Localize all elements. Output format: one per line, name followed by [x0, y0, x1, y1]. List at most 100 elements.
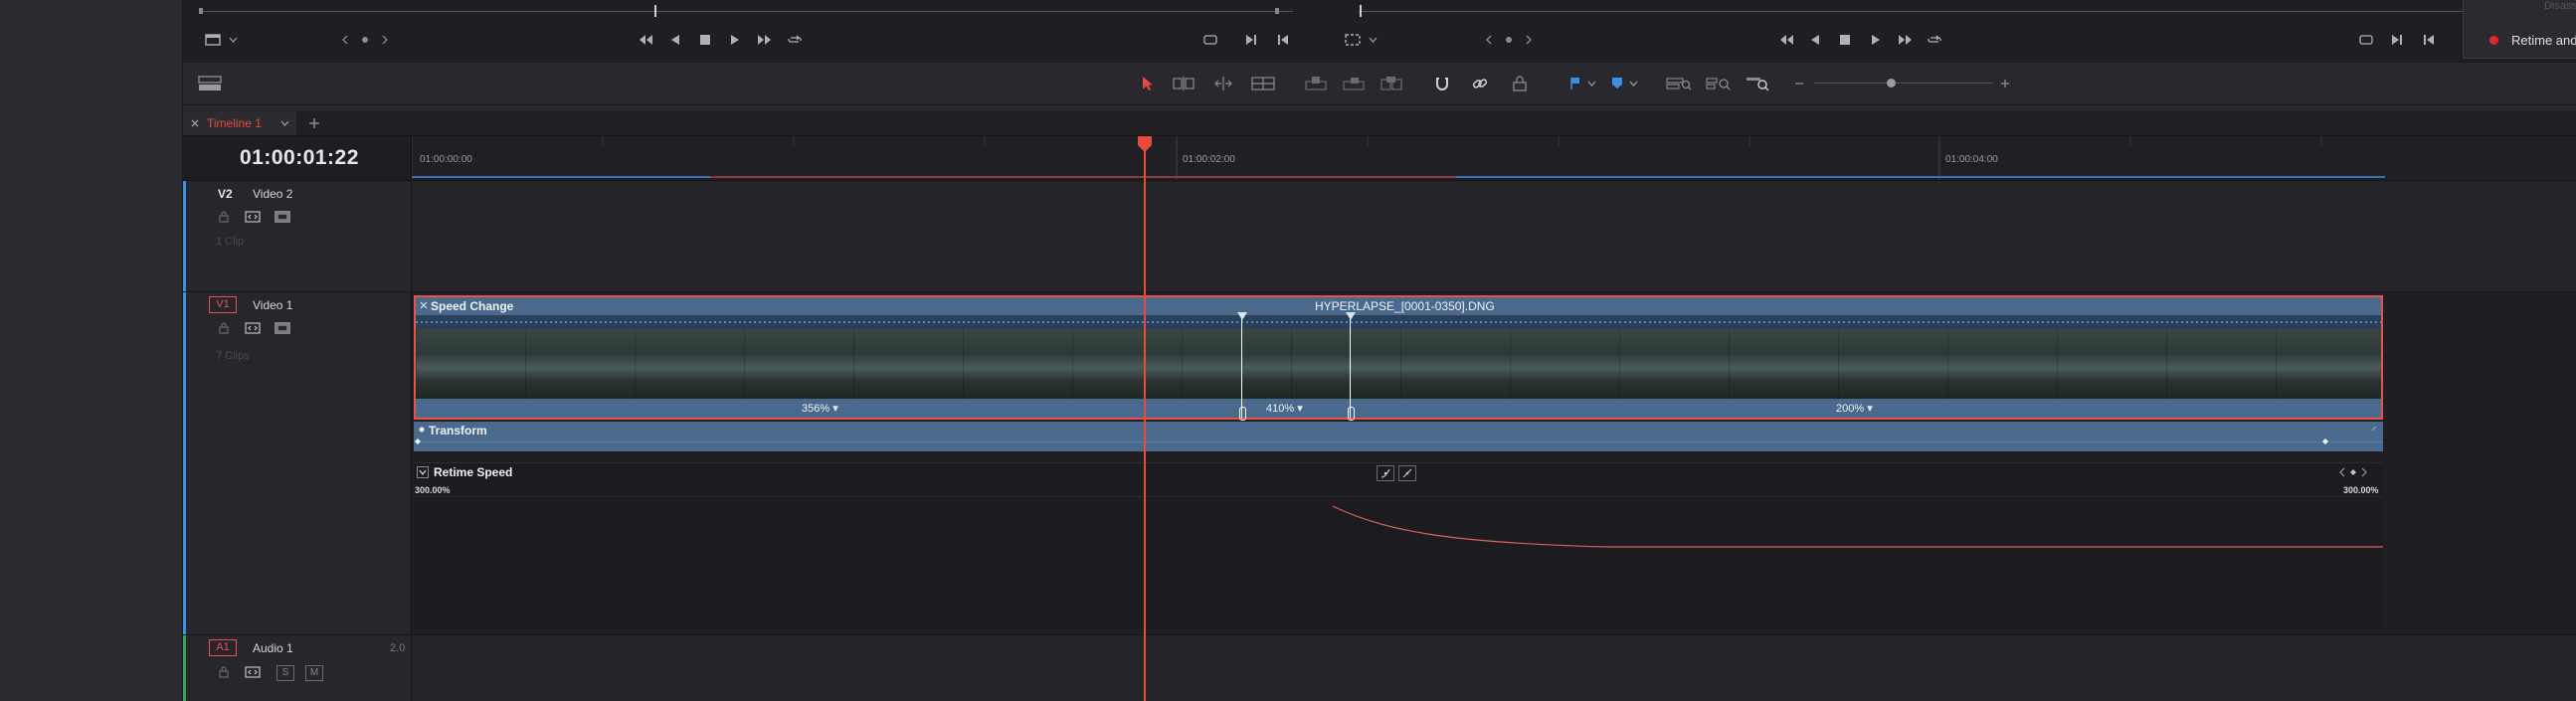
dynamic-trim-icon[interactable] [1210, 74, 1236, 93]
add-timeline-tab-icon[interactable] [306, 115, 322, 131]
auto-track-select-icon[interactable] [244, 665, 262, 679]
chevron-down-icon[interactable] [278, 117, 290, 129]
source-playhead-marker[interactable] [654, 5, 656, 17]
timeline-ruler[interactable]: 01:00:00:00 01:00:02:00 01:00:04:00 [412, 136, 2576, 181]
viewer-layout-icon[interactable] [203, 32, 223, 48]
mark-in-icon[interactable] [2421, 32, 2437, 48]
keyframe-icon[interactable] [2321, 437, 2329, 446]
record-playhead-marker[interactable] [1360, 5, 1362, 17]
replace-clip-icon[interactable] [1379, 74, 1404, 93]
auto-track-select-icon[interactable] [244, 321, 262, 335]
stop-icon[interactable] [1837, 32, 1853, 48]
track-name-v1[interactable]: Video 1 [253, 298, 292, 312]
track-enable-icon[interactable] [274, 210, 291, 224]
auto-track-select-icon[interactable] [244, 210, 262, 224]
detail-zoom-icon[interactable] [1705, 74, 1733, 93]
track-badge-a1[interactable]: A1 [209, 639, 237, 656]
nav-prev-next-icon[interactable] [342, 32, 388, 48]
overwrite-clip-icon[interactable] [1341, 74, 1367, 93]
play-icon[interactable] [1868, 32, 1884, 48]
viewer-crop-icon[interactable] [1343, 32, 1363, 48]
play-reverse-icon[interactable] [1807, 32, 1823, 48]
linked-selection-icon[interactable] [1469, 74, 1491, 93]
speed-point-top-handle[interactable] [1345, 311, 1356, 321]
video-clip[interactable]: Speed Change HYPERLAPSE_[0001-0350].DNG … [414, 295, 2383, 421]
track-badge-v1[interactable]: V1 [209, 296, 237, 313]
marker-icon[interactable] [1609, 74, 1625, 93]
full-extent-zoom-icon[interactable] [1665, 74, 1693, 93]
speed-point-bottom-handle[interactable] [1239, 407, 1246, 421]
selection-pointer-icon[interactable] [1138, 74, 1158, 93]
zoom-slider-handle[interactable] [1887, 79, 1896, 88]
clip-count-v1: 7 Clips [216, 350, 250, 362]
mute-button[interactable]: M [305, 665, 323, 681]
match-frame-icon[interactable] [1201, 32, 1219, 48]
zoom-out-icon[interactable] [1792, 74, 1806, 93]
zoom-in-icon[interactable] [1998, 74, 2012, 93]
speed-point-divider[interactable] [1241, 315, 1242, 419]
speed-keyframe-strip[interactable] [416, 315, 2381, 329]
flag-icon[interactable] [1567, 74, 1583, 93]
speed-point-top-handle[interactable] [1236, 311, 1247, 321]
jump-to-end-icon[interactable] [755, 32, 775, 48]
jump-to-start-icon[interactable] [636, 32, 655, 48]
zoom-slider-track[interactable] [1814, 83, 1993, 84]
chevron-down-icon[interactable] [1627, 74, 1639, 93]
speed-segment-label[interactable]: 410% ▾ [1266, 402, 1303, 415]
play-reverse-icon[interactable] [667, 32, 683, 48]
track-badge-v2[interactable]: V2 [218, 187, 233, 201]
jump-to-start-icon[interactable] [1776, 32, 1796, 48]
chevron-down-icon[interactable] [1585, 74, 1597, 93]
source-scrubber-track[interactable] [201, 11, 1293, 12]
timeline-view-options-icon[interactable] [197, 74, 223, 93]
track-name-a1[interactable]: Audio 1 [253, 641, 293, 655]
retime-speed-curve-editor[interactable]: Retime Speed 300.00% 300.00% [414, 462, 2383, 628]
timecode-display[interactable]: 01:00:01:22 [183, 136, 411, 181]
chevron-down-icon[interactable] [1367, 32, 1379, 48]
track-header-v1: V1 Video 1 7 Clips [183, 292, 411, 635]
play-icon[interactable] [727, 32, 743, 48]
loop-icon[interactable] [786, 32, 804, 48]
retime-speed-curve[interactable] [414, 463, 2383, 628]
trim-edit-icon[interactable] [1171, 74, 1196, 93]
custom-zoom-icon[interactable] [1745, 74, 1772, 93]
loop-icon[interactable] [1926, 32, 1943, 48]
audio-channel-format: 2.0 [390, 642, 406, 654]
blade-edit-icon[interactable] [1250, 74, 1276, 93]
playhead-line[interactable] [1144, 144, 1146, 701]
transform-curve-row[interactable]: Transform [414, 422, 2383, 451]
ruler-label: 01:00:02:00 [1183, 154, 1235, 165]
jump-to-end-icon[interactable] [1896, 32, 1916, 48]
chevron-down-icon[interactable] [227, 32, 239, 48]
speed-point-divider[interactable] [1350, 315, 1351, 419]
expand-chevron-icon[interactable] [2369, 424, 2379, 434]
mark-out-icon[interactable] [1243, 32, 1259, 48]
lock-icon[interactable] [217, 665, 231, 679]
nav-prev-next-icon[interactable] [1486, 32, 1532, 48]
ruler-ticks [412, 136, 2385, 180]
collapse-icon[interactable] [418, 299, 430, 311]
timeline-tab[interactable]: Timeline 1 [183, 111, 296, 135]
mark-out-icon[interactable] [2389, 32, 2405, 48]
snapping-magnet-icon[interactable] [1431, 74, 1453, 93]
playhead-handle[interactable] [1137, 136, 1153, 154]
lock-icon[interactable] [217, 321, 231, 335]
position-lock-icon[interactable] [1509, 74, 1531, 93]
lock-icon[interactable] [217, 210, 231, 224]
speed-point-bottom-handle[interactable] [1348, 407, 1355, 421]
timeline-tab-bar: Timeline 1 [183, 111, 2576, 136]
retime-and-menu-item[interactable]: Retime and [2511, 33, 2576, 48]
track-enable-icon[interactable] [274, 321, 291, 335]
match-frame-icon[interactable] [2357, 32, 2375, 48]
solo-button[interactable]: S [276, 665, 294, 681]
mark-in-icon[interactable] [1275, 32, 1291, 48]
record-scrubber-track[interactable] [1359, 11, 2576, 12]
speed-change-label: Speed Change [431, 299, 514, 313]
insert-clip-icon[interactable] [1303, 74, 1329, 93]
speed-segment-label[interactable]: 200% ▾ [1836, 402, 1873, 415]
keyframe-icon[interactable] [414, 437, 422, 446]
speed-segment-label[interactable]: 356% ▾ [802, 402, 838, 415]
close-icon[interactable] [189, 117, 201, 129]
track-name-v2[interactable]: Video 2 [253, 187, 292, 201]
stop-icon[interactable] [697, 32, 713, 48]
